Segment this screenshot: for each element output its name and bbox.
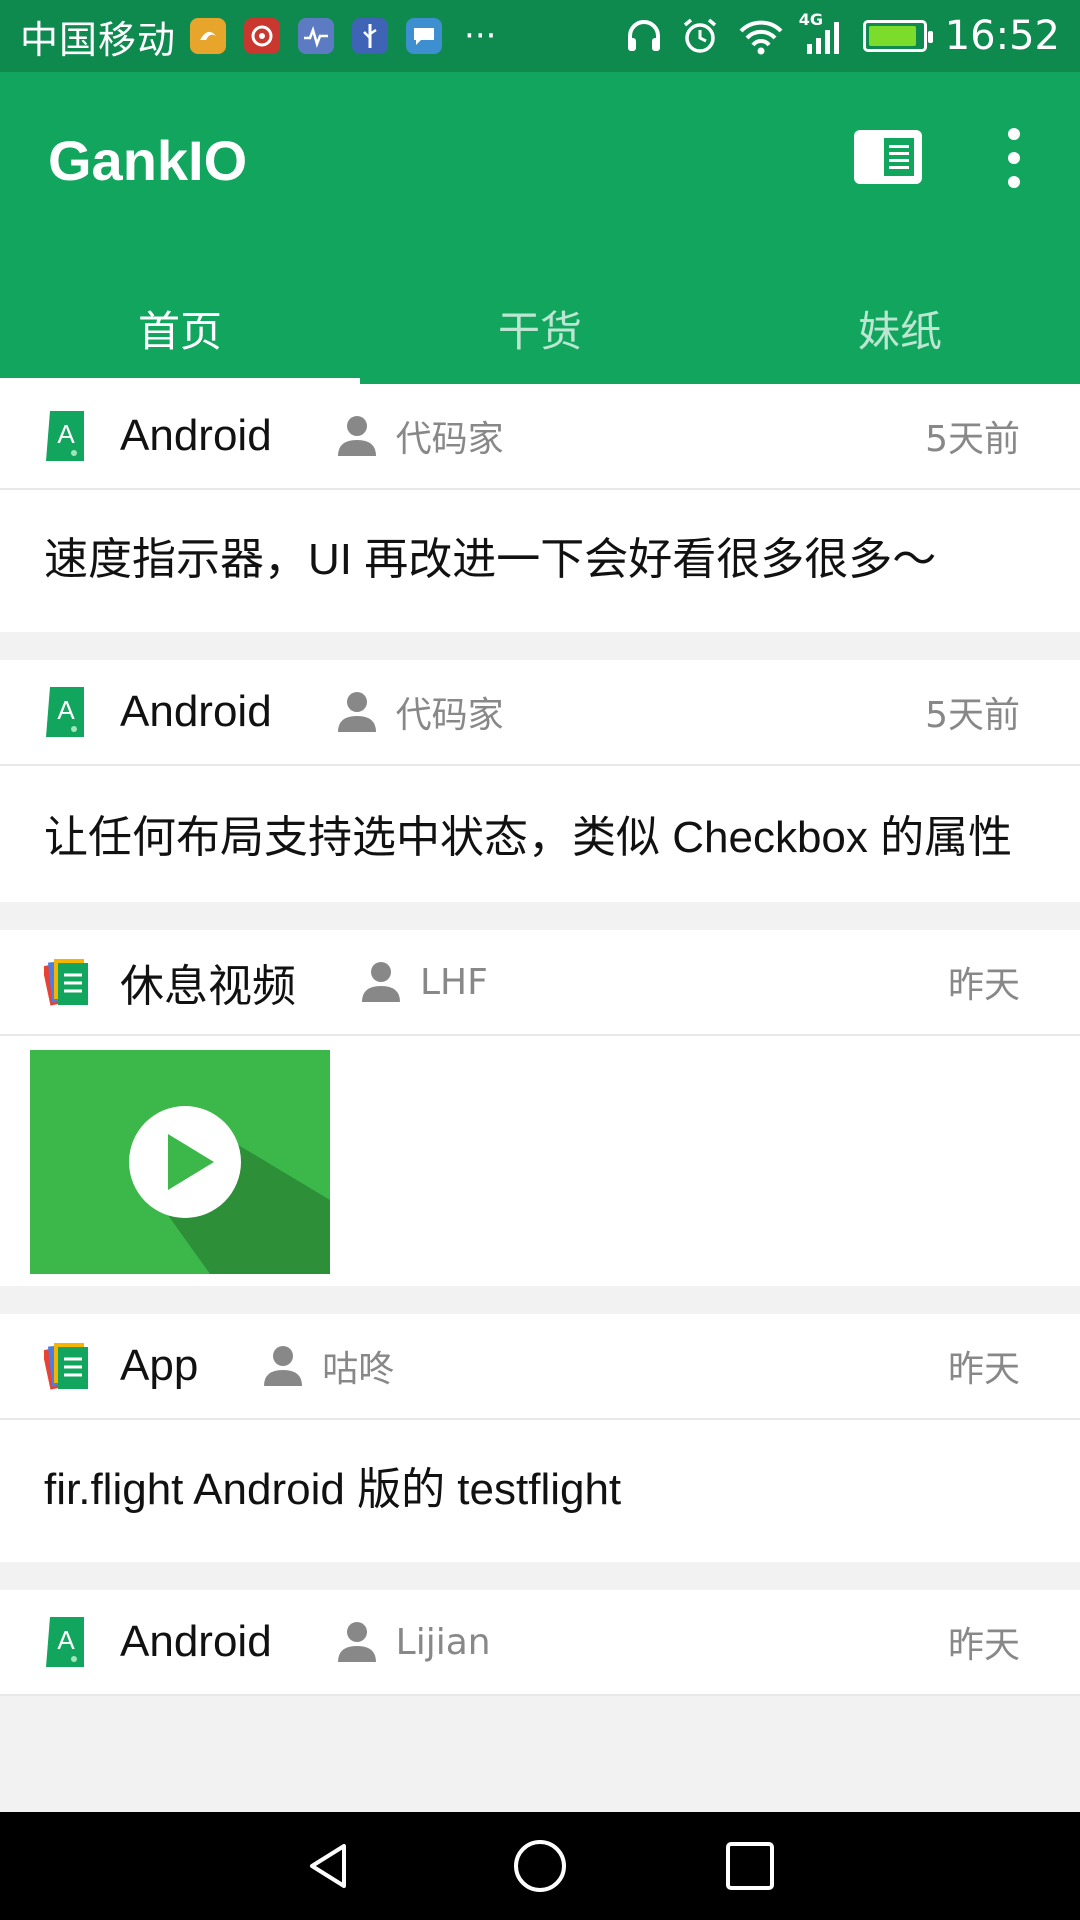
- usb-icon: [352, 18, 389, 54]
- svg-text:A: A: [57, 419, 75, 449]
- card-header: A Android Lijian 昨天: [0, 1590, 1080, 1696]
- message-icon: [406, 18, 443, 54]
- person-icon: [264, 1346, 303, 1386]
- headset-icon: [627, 20, 660, 51]
- feed-card[interactable]: A Android Lijian 昨天: [0, 1590, 1080, 1696]
- play-icon: [30, 1050, 330, 1274]
- reader-icon: [884, 138, 914, 176]
- svg-text:A: A: [57, 1625, 75, 1655]
- post-time: 昨天: [947, 1625, 1020, 1666]
- android-category-icon: A: [46, 687, 84, 737]
- author-name: 代码家: [395, 419, 504, 460]
- card-media: [0, 1036, 1080, 1286]
- tab-home[interactable]: 首页: [0, 272, 360, 384]
- battery-icon: [862, 20, 933, 52]
- stacked-notes-icon: [44, 959, 88, 1006]
- category-label: App: [120, 1341, 199, 1390]
- uc-browser-icon: [190, 18, 227, 54]
- person-icon: [337, 416, 376, 456]
- status-bar: 中国移动 ··· 4G 16:52: [0, 0, 1080, 72]
- carrier-name: 中国移动: [20, 17, 177, 62]
- card-title[interactable]: 让任何布局支持选中状态，类似 Checkbox 的属性: [0, 766, 1080, 902]
- android-category-icon: A: [46, 411, 84, 461]
- tab-resources[interactable]: 干货: [360, 272, 720, 384]
- post-time: 昨天: [947, 1349, 1020, 1390]
- category-label: 休息视频: [120, 962, 296, 1011]
- card-header: App 咕咚 昨天: [0, 1314, 1080, 1420]
- card-title[interactable]: fir.flight Android 版的 testflight: [0, 1420, 1080, 1562]
- signal-icon: 4G: [799, 10, 845, 56]
- feed-list[interactable]: A Android 代码家 5天前 速度指示器，UI 再改进一下会好看很多很多～…: [0, 384, 1080, 1812]
- category-label: Android: [120, 411, 272, 460]
- person-icon: [362, 962, 400, 1002]
- card-header: A Android 代码家 5天前: [0, 384, 1080, 490]
- author-name: Lijian: [395, 1621, 491, 1663]
- feed-card[interactable]: App 咕咚 昨天 fir.flight Android 版的 testflig…: [0, 1314, 1080, 1562]
- person-icon: [337, 1622, 376, 1662]
- author: 代码家: [336, 410, 504, 462]
- category-label: Android: [120, 1617, 272, 1666]
- author-name: 代码家: [395, 695, 504, 736]
- card-header: A Android 代码家 5天前: [0, 660, 1080, 766]
- recents-icon[interactable]: [720, 1836, 780, 1896]
- author: LHF: [360, 960, 488, 1004]
- author: Lijian: [336, 1620, 491, 1664]
- feed-card[interactable]: 休息视频 LHF 昨天: [0, 930, 1080, 1286]
- post-time: 5天前: [925, 419, 1020, 460]
- author: 咕咚: [262, 1340, 394, 1392]
- health-icon: [298, 18, 335, 54]
- card-header: 休息视频 LHF 昨天: [0, 930, 1080, 1036]
- tab-girls[interactable]: 妹纸: [720, 272, 1080, 384]
- feed-card[interactable]: A Android 代码家 5天前 让任何布局支持选中状态，类似 Checkbo…: [0, 660, 1080, 902]
- back-icon[interactable]: [300, 1836, 360, 1896]
- category-label: Android: [120, 687, 272, 736]
- netease-music-icon: [244, 18, 281, 54]
- feed-card[interactable]: A Android 代码家 5天前 速度指示器，UI 再改进一下会好看很多很多～: [0, 384, 1080, 632]
- more-notifications-icon: ···: [464, 16, 497, 56]
- app-title: GankIO: [48, 129, 248, 192]
- author-name: LHF: [420, 961, 488, 1003]
- post-time: 昨天: [947, 965, 1020, 1006]
- card-title[interactable]: 速度指示器，UI 再改进一下会好看很多很多～: [0, 490, 1080, 632]
- reader-mode-button[interactable]: [854, 130, 922, 184]
- wifi-icon: [739, 20, 783, 55]
- post-time: 5天前: [925, 695, 1020, 736]
- svg-text:A: A: [57, 695, 75, 725]
- author-name: 咕咚: [322, 1349, 395, 1390]
- overflow-menu-button[interactable]: [996, 128, 1032, 188]
- alarm-icon: [683, 18, 716, 53]
- tab-bar: 首页 干货 妹纸: [0, 272, 1080, 384]
- clock: 16:52: [944, 13, 1060, 59]
- stacked-notes-icon: [44, 1343, 88, 1390]
- person-icon: [337, 692, 376, 732]
- author: 代码家: [336, 686, 504, 738]
- video-thumbnail[interactable]: [30, 1050, 330, 1274]
- home-icon[interactable]: [510, 1836, 570, 1896]
- android-category-icon: A: [46, 1617, 84, 1667]
- app-bar: GankIO 首页 干货 妹纸: [0, 72, 1080, 384]
- status-indicators: 4G 16:52: [625, 10, 1060, 59]
- system-nav-bar: [0, 1812, 1080, 1920]
